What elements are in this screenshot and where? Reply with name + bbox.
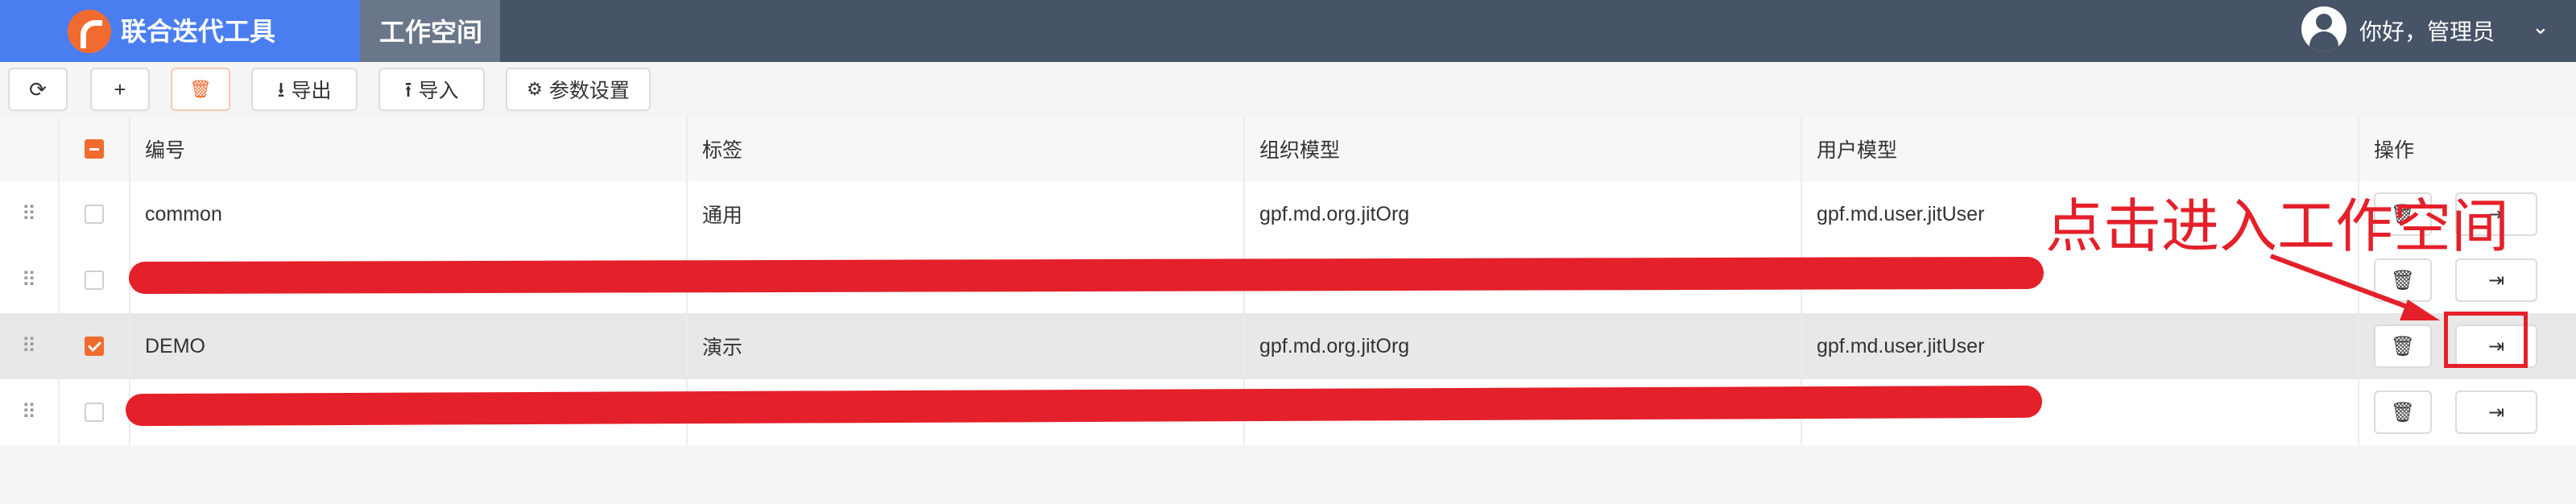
row-checkbox[interactable] [85, 337, 104, 356]
column-header-user-model[interactable]: 用户模型 [1802, 117, 2359, 181]
user-menu[interactable]: 你好，管理员 ⌄ [2301, 6, 2567, 55]
delete-button[interactable]: 🗑 [171, 68, 230, 111]
annotation-highlight-box [2444, 312, 2528, 368]
row-label: 通用 [688, 181, 1245, 247]
enter-icon: ⇥ [2487, 401, 2505, 423]
drag-handle-icon[interactable]: ⠿ [0, 181, 60, 247]
row-select-cell [60, 379, 130, 445]
settings-button[interactable]: ⚙ 参数设置 [506, 68, 651, 111]
download-icon: ⭳ [277, 77, 285, 101]
select-all-checkbox[interactable] [85, 139, 104, 159]
row-delete-button[interactable]: 🗑 [2374, 390, 2432, 434]
row-checkbox[interactable] [85, 204, 104, 224]
chevron-down-icon[interactable]: ⌄ [2532, 14, 2549, 39]
column-header-org-model[interactable]: 组织模型 [1245, 117, 1802, 181]
import-label: 导入 [418, 80, 459, 102]
settings-label: 参数设置 [548, 80, 630, 102]
app-title: 联合迭代工具 [121, 17, 276, 46]
gear-icon: ⚙ [527, 79, 543, 99]
annotation-text: 点击进入工作空间 [2045, 192, 2510, 260]
row-checkbox[interactable] [85, 403, 104, 422]
row-actions: 🗑 ⇥ [2359, 379, 2576, 445]
nav-tab-label: 工作空间 [379, 18, 483, 47]
brand-area[interactable]: 联合迭代工具 [0, 0, 360, 62]
app-logo-icon [68, 10, 111, 53]
plus-icon: + [114, 77, 126, 101]
import-button[interactable]: ⭱ 导入 [378, 68, 485, 111]
drag-handle-icon[interactable]: ⠿ [0, 247, 60, 313]
table-row-selected[interactable]: ⠿ DEMO 演示 gpf.md.org.jitOrg gpf.md.user.… [0, 313, 2576, 379]
column-header-label[interactable]: 标签 [688, 117, 1245, 181]
trash-icon: 🗑 [189, 79, 212, 99]
drag-handle-icon[interactable]: ⠿ [0, 379, 60, 445]
column-header-code[interactable]: 编号 [130, 117, 688, 181]
row-org-model: gpf.md.org.jitOrg [1245, 181, 1802, 247]
select-all-cell [60, 117, 130, 181]
trash-icon: 🗑 [2390, 401, 2416, 423]
column-header-actions: 操作 [2374, 139, 2415, 162]
row-code: DEMO [130, 313, 688, 379]
row-delete-button[interactable]: 🗑 [2374, 324, 2432, 368]
add-button[interactable]: + [90, 68, 150, 111]
upload-icon: ⭱ [404, 77, 412, 101]
trash-icon: 🗑 [2390, 335, 2416, 357]
row-code: common [130, 181, 688, 247]
toolbar: ⟳ + 🗑 ⭳ 导出 ⭱ 导入 ⚙ 参数设置 [0, 62, 2576, 117]
enter-icon: ⇥ [2487, 269, 2505, 291]
row-enter-workspace-button[interactable]: ⇥ [2455, 390, 2537, 434]
trash-icon: 🗑 [2390, 269, 2416, 291]
user-avatar-icon [2301, 6, 2347, 52]
row-select-cell [60, 247, 130, 313]
user-greeting: 你好，管理员 [2359, 19, 2495, 44]
nav-tab-workspace[interactable]: 工作空间 [360, 0, 500, 62]
redaction-mark [128, 256, 2045, 295]
row-select-cell [60, 181, 130, 247]
table-header-row: 编号 标签 组织模型 用户模型 操作 [0, 117, 2576, 181]
refresh-icon: ⟳ [29, 77, 47, 101]
row-user-model: gpf.md.user.jitUser [1802, 313, 2359, 379]
export-button[interactable]: ⭳ 导出 [251, 68, 358, 111]
export-label: 导出 [291, 80, 332, 102]
drag-column-header [0, 117, 60, 181]
row-enter-workspace-button[interactable]: ⇥ [2455, 258, 2537, 302]
row-label: 演示 [688, 313, 1245, 379]
refresh-button[interactable]: ⟳ [8, 68, 68, 111]
row-select-cell [60, 313, 130, 379]
row-org-model: gpf.md.org.jitOrg [1245, 313, 1802, 379]
row-checkbox[interactable] [85, 271, 104, 290]
top-navigation-bar: 联合迭代工具 工作空间 你好，管理员 ⌄ [0, 0, 2576, 62]
drag-handle-icon[interactable]: ⠿ [0, 313, 60, 379]
row-delete-button[interactable]: 🗑 [2374, 258, 2432, 302]
